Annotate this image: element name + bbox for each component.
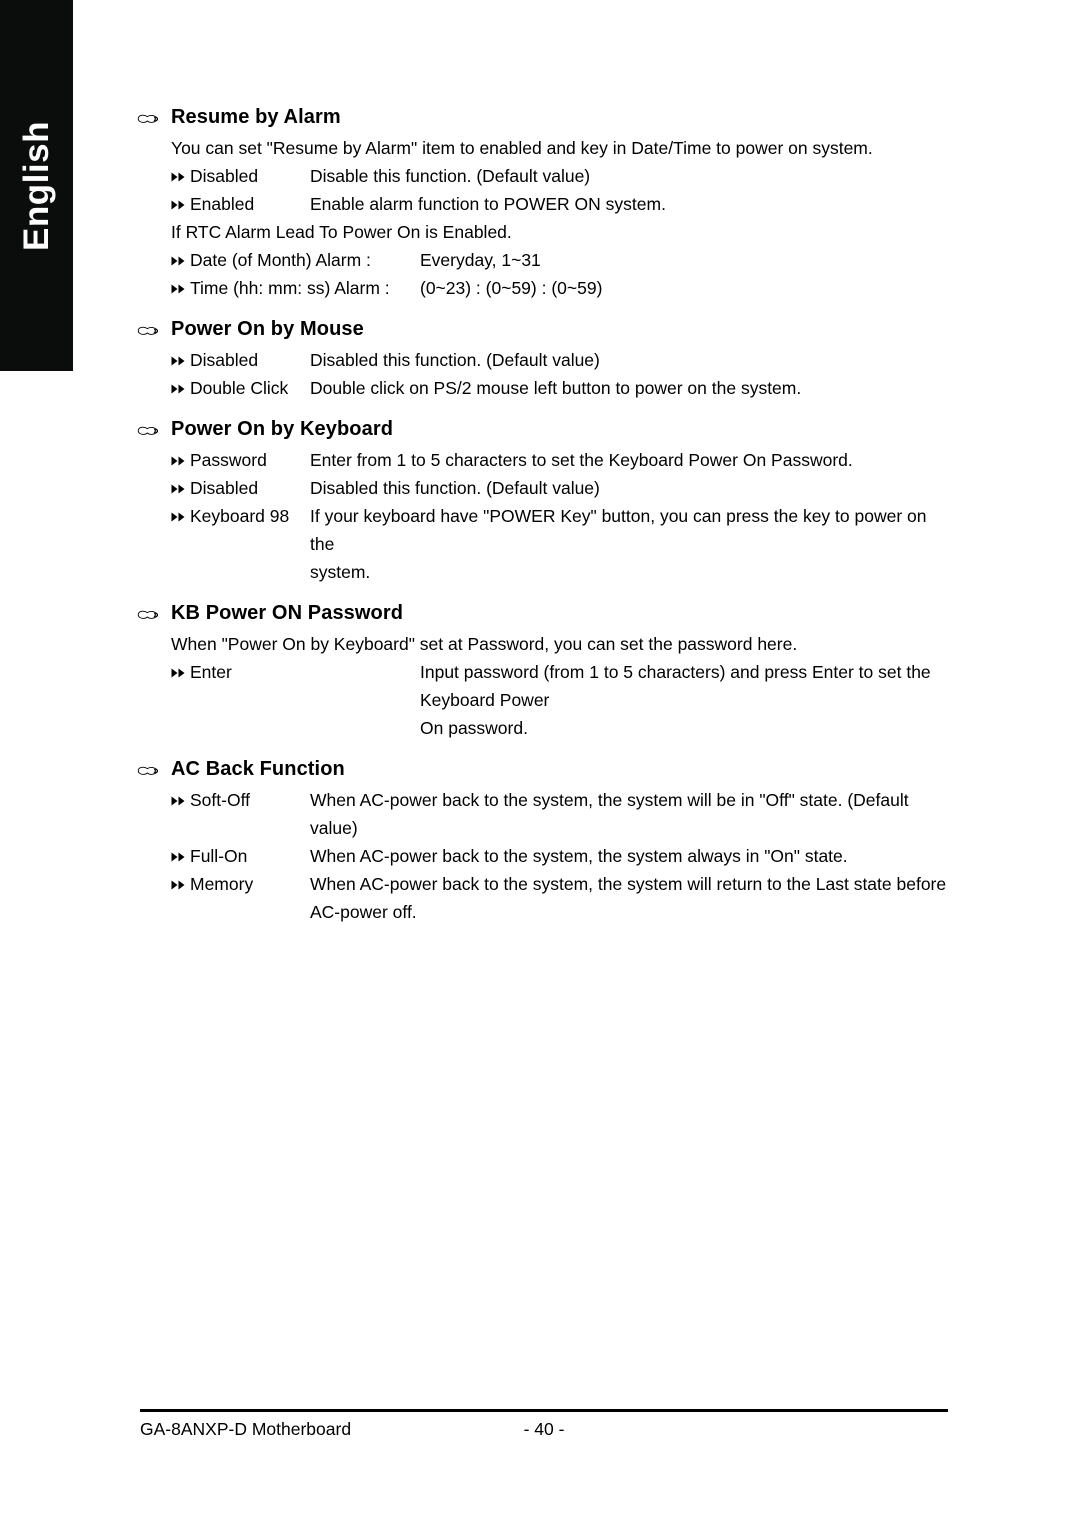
option-term: Date (of Month) Alarm : xyxy=(190,250,371,270)
double-right-arrow-icon xyxy=(171,190,190,210)
footer-divider xyxy=(140,1409,948,1412)
double-right-arrow-icon xyxy=(171,870,190,890)
option-description: Disabled this function. (Default value) xyxy=(310,350,600,370)
option-description: When AC-power back to the system, the sy… xyxy=(310,846,848,866)
option-term: Time (hh: mm: ss) Alarm : xyxy=(190,278,390,298)
option-description: When AC-power back to the system, the sy… xyxy=(310,790,909,838)
double-right-arrow-icon xyxy=(171,374,190,394)
pointing-hand-icon xyxy=(137,316,171,337)
option-term: Password xyxy=(190,450,267,470)
option-term: Full-On xyxy=(190,846,248,866)
section-intro-text: You can set "Resume by Alarm" item to en… xyxy=(171,138,873,158)
option-row: Password Enter from 1 to 5 characters to… xyxy=(171,446,952,474)
option-row: Memory When AC-power back to the system,… xyxy=(171,870,952,926)
section-heading: KB Power ON Password xyxy=(137,600,952,626)
option-term: Double Click xyxy=(190,378,289,398)
page-content: Resume by Alarm You can set "Resume by A… xyxy=(137,104,952,932)
option-description: Double click on PS/2 mouse left button t… xyxy=(310,378,802,398)
option-description-line2: On password. xyxy=(420,718,528,738)
option-value: Everyday, 1~31 xyxy=(420,250,541,270)
option-row: Disabled Disable this function. (Default… xyxy=(171,162,952,190)
section-note-text: If RTC Alarm Lead To Power On is Enabled… xyxy=(171,222,512,242)
language-tab: English xyxy=(0,0,73,371)
double-right-arrow-icon xyxy=(171,502,190,522)
double-right-arrow-icon xyxy=(171,446,190,466)
section-heading: Power On by Mouse xyxy=(137,316,952,342)
section-intro-text: When "Power On by Keyboard" set at Passw… xyxy=(171,634,798,654)
option-description: Input password (from 1 to 5 characters) … xyxy=(420,658,952,742)
pointing-hand-icon xyxy=(137,600,171,621)
double-right-arrow-icon xyxy=(171,162,190,182)
option-description: Enter from 1 to 5 characters to set the … xyxy=(310,450,853,470)
option-description: Disable this function. (Default value) xyxy=(310,166,591,186)
section-title: Resume by Alarm xyxy=(171,106,341,128)
option-term: Disabled xyxy=(190,166,259,186)
option-term: Disabled xyxy=(190,350,259,370)
option-row: Disabled Disabled this function. (Defaul… xyxy=(171,474,952,502)
section-ac-back-function: AC Back Function Soft-Off When AC-power … xyxy=(137,756,952,926)
document-page: English Resume by Alarm You can set "Res… xyxy=(0,0,1080,1529)
pointing-hand-icon xyxy=(137,756,171,777)
option-description: Enable alarm function to POWER ON system… xyxy=(310,194,666,214)
section-title: Power On by Keyboard xyxy=(171,418,394,440)
option-description: When AC-power back to the system, the sy… xyxy=(310,870,952,926)
section-kb-power-on-password: KB Power ON Password When "Power On by K… xyxy=(137,600,952,742)
option-term: Disabled xyxy=(190,478,259,498)
section-power-on-by-mouse: Power On by Mouse Disabled Disabled this… xyxy=(137,316,952,402)
option-value: (0~23) : (0~59) : (0~59) xyxy=(420,278,603,298)
option-row: Keyboard 98 If your keyboard have "POWER… xyxy=(171,502,952,586)
option-row: Double Click Double click on PS/2 mouse … xyxy=(171,374,952,402)
pointing-hand-icon xyxy=(137,104,171,125)
option-row: Soft-Off When AC-power back to the syste… xyxy=(171,786,952,842)
section-title: AC Back Function xyxy=(171,758,345,780)
option-description-line2: system. xyxy=(310,562,371,582)
option-description-line2: AC-power off. xyxy=(310,902,417,922)
option-description-line1: Input password (from 1 to 5 characters) … xyxy=(420,662,931,710)
section-heading: Power On by Keyboard xyxy=(137,416,952,442)
option-row: Full-On When AC-power back to the system… xyxy=(171,842,952,870)
footer-page-number: - 40 - xyxy=(523,1419,565,1439)
double-right-arrow-icon xyxy=(171,842,190,862)
option-term: Enabled xyxy=(190,194,255,214)
language-tab-label: English xyxy=(16,120,56,251)
option-term: Memory xyxy=(190,874,254,894)
section-heading: AC Back Function xyxy=(137,756,952,782)
section-title: KB Power ON Password xyxy=(171,602,404,624)
footer-row: GA-8ANXP-D Motherboard - 40 - xyxy=(140,1415,948,1445)
double-right-arrow-icon xyxy=(171,274,190,294)
value-option-row: Date (of Month) Alarm : Everyday, 1~31 xyxy=(171,246,952,274)
double-right-arrow-icon xyxy=(171,246,190,266)
option-term: Keyboard 98 xyxy=(190,506,290,526)
section-power-on-by-keyboard: Power On by Keyboard Password Enter from… xyxy=(137,416,952,586)
double-right-arrow-icon xyxy=(171,474,190,494)
option-term: Soft-Off xyxy=(190,790,250,810)
option-row: Disabled Disabled this function. (Defaul… xyxy=(171,346,952,374)
page-footer: GA-8ANXP-D Motherboard - 40 - xyxy=(140,1409,948,1445)
double-right-arrow-icon xyxy=(171,346,190,366)
option-description-line1: When AC-power back to the system, the sy… xyxy=(310,874,947,894)
option-description-line1: If your keyboard have "POWER Key" button… xyxy=(310,506,927,554)
option-row: Enabled Enable alarm function to POWER O… xyxy=(171,190,952,218)
option-description: Disabled this function. (Default value) xyxy=(310,478,600,498)
section-resume-by-alarm: Resume by Alarm You can set "Resume by A… xyxy=(137,104,952,302)
value-option-row: Time (hh: mm: ss) Alarm : (0~23) : (0~59… xyxy=(171,274,952,302)
double-right-arrow-icon xyxy=(171,658,190,678)
section-heading: Resume by Alarm xyxy=(137,104,952,130)
pointing-hand-icon xyxy=(137,416,171,437)
option-row: Enter Input password (from 1 to 5 charac… xyxy=(171,658,952,742)
option-description: If your keyboard have "POWER Key" button… xyxy=(310,502,952,586)
section-title: Power On by Mouse xyxy=(171,318,364,340)
option-term: Enter xyxy=(190,662,232,682)
double-right-arrow-icon xyxy=(171,786,190,806)
